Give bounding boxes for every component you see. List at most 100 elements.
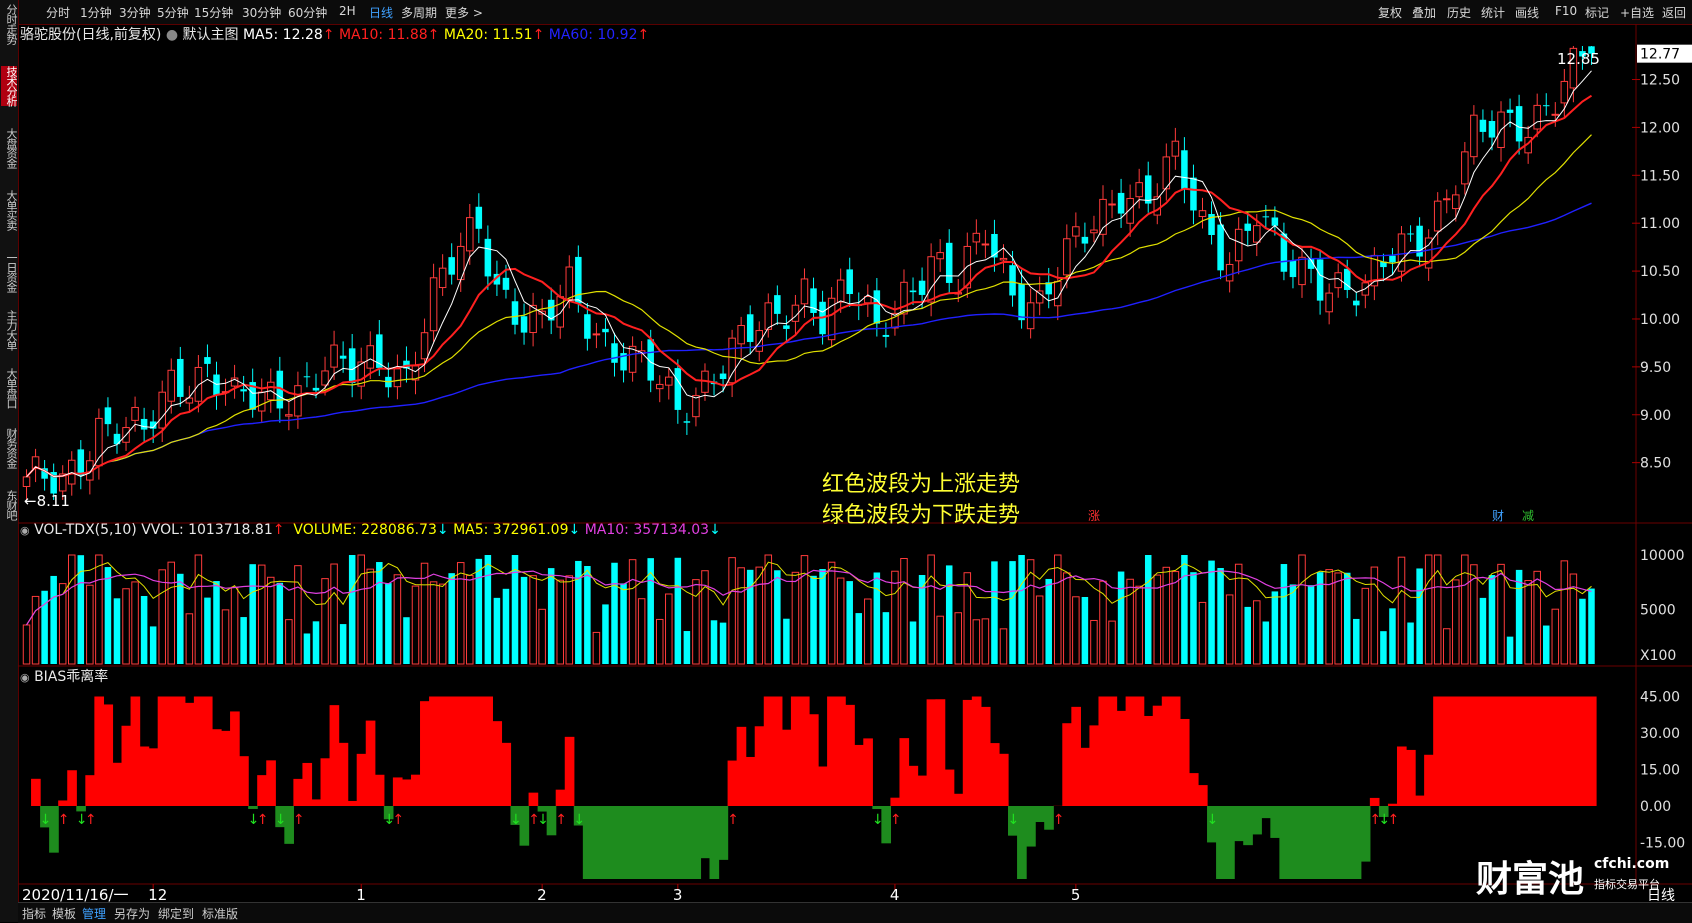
template-label[interactable]: 默认主图 [183,27,239,43]
bias-up-arrow: ↑ [1053,812,1065,828]
bias-area-up [854,745,864,806]
bottom-tab-1[interactable]: 模板 [52,905,76,922]
bottom-tab-3[interactable]: 另存为 [114,905,150,922]
stock-title[interactable]: 骆驼股份(日线,前复权) [20,27,161,43]
bias-area-up [1198,785,1208,806]
volume-bar [1317,572,1324,664]
candle-body [584,314,591,339]
bias-area-down [1035,806,1045,822]
candle-body [1244,224,1251,231]
candle-body [168,370,175,401]
volume-bar [521,577,528,664]
bias-title[interactable]: BIAS乖离率 [34,669,108,685]
volume-bar [901,559,908,664]
volume-bar [774,570,781,664]
volume-bar [1136,586,1143,664]
bias-area-up [447,697,457,807]
volume-bar [1091,620,1098,664]
vol-ma10-line [27,570,1592,625]
volume-bar [331,564,338,664]
bottom-tab-0[interactable]: 指标 [22,905,46,922]
candle-body [1009,265,1016,295]
candle-body [720,374,727,379]
volume-bar [1561,561,1568,664]
candle-body [747,314,754,342]
bias-area-down [601,806,611,879]
price-tick-label: 8.50 [1640,456,1671,472]
bias-area-down [1334,806,1344,879]
volume-bar [973,620,980,664]
candle-body [928,257,935,302]
bias-area-down [1325,806,1335,879]
candle-body [973,233,980,242]
bias-area-up [1162,697,1172,807]
bias-area-up [809,714,819,806]
bias-area-up [375,775,385,806]
bias-area-down [1243,806,1253,845]
volume-bar [1299,555,1306,664]
candle-body [421,333,428,359]
volume-bar [1371,567,1378,664]
bias-up-arrow: ↑ [890,812,902,828]
volume-bar [738,568,745,664]
bias-area-up [185,703,195,806]
volume-bar [249,564,256,664]
volume-bar [530,576,537,664]
price-tick-label: 10.00 [1640,312,1680,328]
candle-body [883,335,890,337]
candle-body [1235,229,1242,260]
bias-area-up [999,754,1009,806]
candle-body [1290,260,1297,277]
bias-area-up [1442,697,1452,807]
candle-body [1471,115,1478,156]
bias-area-up [1080,748,1090,806]
bottom-tab-4[interactable]: 绑定到 [158,905,194,922]
bias-area-up [474,697,484,807]
volume-bar [394,575,401,664]
bias-area-up [1062,723,1072,806]
candle-body [1254,226,1261,243]
volume-bar [1181,555,1188,664]
bias-area-up [972,697,982,807]
ma5-legend: MA5: 12.28 [243,27,323,43]
candle-body [729,338,736,383]
bias-area-up [140,746,150,806]
vvol-value: VVOL: 1013718.81 [141,522,273,538]
bias-area-up [1424,755,1434,806]
candle-body [177,359,184,397]
bias-area-up [565,737,575,806]
bias-area-up [94,697,104,807]
candle-body [322,371,329,385]
volume-legend: ◉ VOL-TDX(5,10) VVOL: 1013718.81↑ VOLUME… [20,522,721,538]
volume-bar [1127,579,1134,664]
bias-area-up [1071,707,1081,806]
vol-tick-label: 10000 [1640,548,1685,564]
bias-area-up [1144,716,1154,806]
bottom-tab-2[interactable]: 管理 [82,905,106,922]
bias-area-up [1397,746,1407,806]
volume-bar [865,599,872,664]
bias-area-down [872,806,882,809]
volume-bar [729,558,736,664]
vol-title[interactable]: VOL-TDX(5,10) [34,522,137,538]
bottom-tab-5[interactable]: 标准版 [202,905,238,922]
volume-bar [1254,601,1261,664]
bias-area-down [1288,806,1298,879]
volume-bar [177,574,184,664]
volume-bar [50,576,57,664]
bias-area-down [691,806,701,879]
candle-body [530,305,537,332]
bias-area-down [655,806,665,879]
event-marker-2: 减 [1522,509,1534,523]
volume-bar [1263,621,1270,664]
bias-area-up [1569,697,1579,807]
bias-area-down [1307,806,1317,879]
bias-area-down [628,806,638,879]
volume-bar [367,569,374,664]
bias-area-down [700,806,710,858]
bias-area-up [58,800,68,806]
bias-area-up [330,705,340,806]
high-price-label: 12.85 [1557,50,1600,68]
candle-body [1462,152,1469,184]
volume-bar [213,581,220,664]
